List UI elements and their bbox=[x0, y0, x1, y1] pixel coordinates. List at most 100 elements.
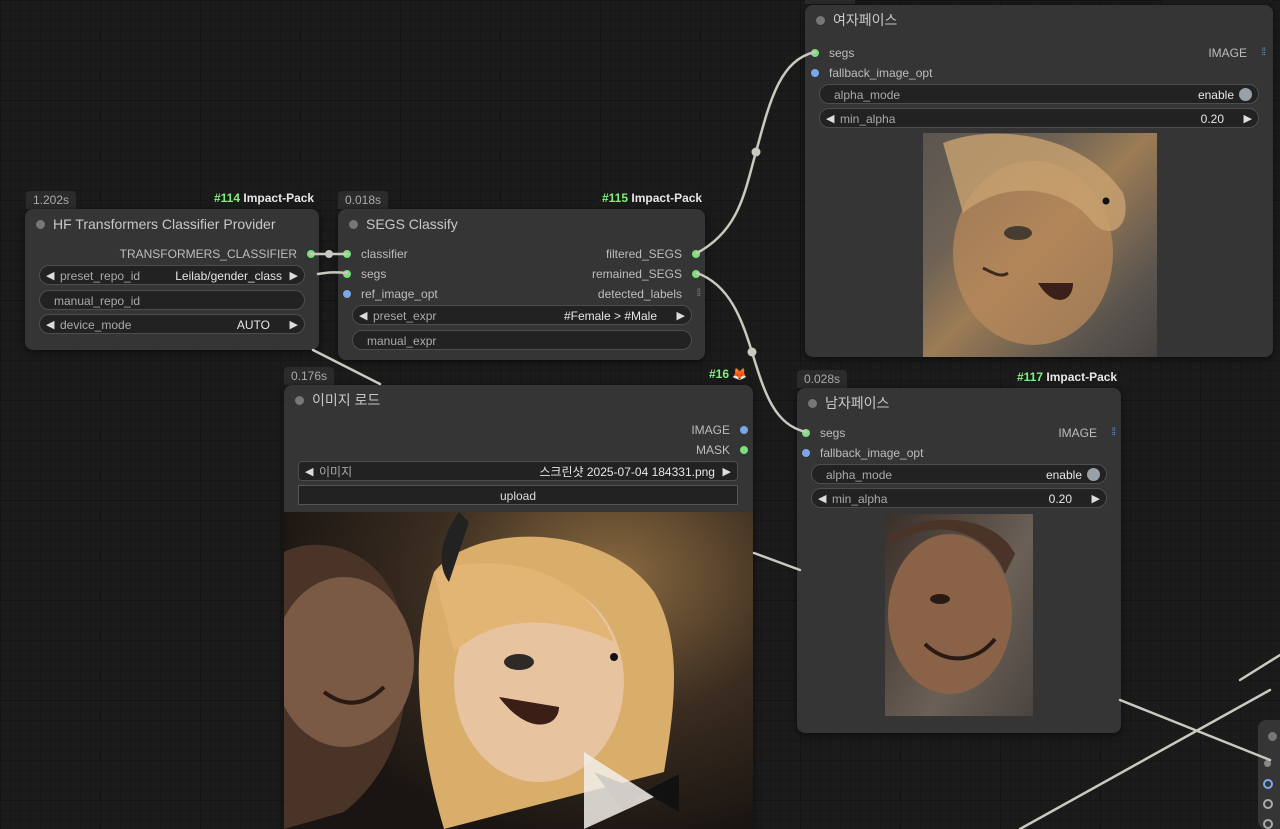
node-hf-header[interactable]: HF Transformers Classifier Provider bbox=[25, 209, 319, 239]
input-fallback-image-opt[interactable]: fallback_image_opt bbox=[802, 445, 923, 461]
combo-device-mode[interactable]: ◀ device_mode AUTO ▶ bbox=[39, 314, 305, 334]
widget-label: min_alpha bbox=[840, 112, 896, 126]
arrow-left-icon[interactable]: ◀ bbox=[46, 315, 54, 335]
widget-label: alpha_mode bbox=[826, 468, 893, 482]
output-label: filtered_SEGS bbox=[605, 247, 682, 261]
combo-preset-repo-id[interactable]: ◀ preset_repo_id Leilab/gender_class ▶ bbox=[39, 265, 305, 285]
input-port-icon[interactable] bbox=[1263, 799, 1273, 809]
grid-list-icon[interactable]: ⁞⁞ bbox=[1261, 45, 1265, 61]
input-port-icon[interactable] bbox=[343, 270, 351, 278]
input-port-icon[interactable] bbox=[1263, 819, 1273, 829]
input-port-icon[interactable] bbox=[343, 250, 351, 258]
output-filtered-segs[interactable]: filtered_SEGS bbox=[532, 246, 700, 262]
node-female-title: 여자페이스 bbox=[833, 12, 898, 28]
input-port-icon[interactable] bbox=[802, 449, 810, 457]
collapse-dot-icon[interactable] bbox=[295, 396, 304, 405]
output-image[interactable]: IMAGE bbox=[630, 422, 748, 438]
output-port-icon[interactable] bbox=[692, 270, 700, 278]
collapse-dot-icon[interactable] bbox=[1268, 732, 1277, 741]
arrow-right-icon[interactable]: ▶ bbox=[677, 306, 685, 326]
output-remained-segs[interactable]: remained_SEGS bbox=[532, 266, 700, 282]
arrow-left-icon[interactable]: ◀ bbox=[305, 462, 313, 482]
collapse-dot-icon[interactable] bbox=[816, 16, 825, 25]
arrow-right-icon[interactable]: ▶ bbox=[290, 266, 298, 286]
grid-list-icon[interactable]: ⁞⁞ bbox=[696, 286, 700, 302]
text-manual-repo-id[interactable]: manual_repo_id bbox=[39, 290, 305, 310]
input-segs[interactable]: segs bbox=[802, 425, 845, 441]
node-male-pack-name: Impact-Pack bbox=[1046, 370, 1118, 384]
combo-preset-expr[interactable]: ◀ preset_expr #Female > #Male ▶ bbox=[352, 305, 692, 325]
toggle-alpha-mode[interactable]: alpha_mode enable bbox=[811, 464, 1107, 484]
output-image[interactable]: IMAGE ⁞⁞ bbox=[997, 425, 1116, 441]
widget-label: preset_expr bbox=[373, 309, 437, 323]
widget-label: manual_repo_id bbox=[54, 294, 141, 308]
arrow-right-icon[interactable]: ▶ bbox=[1244, 109, 1252, 129]
widget-value: 스크린샷 2025-07-04 184331.png bbox=[539, 465, 715, 479]
input-classifier[interactable]: classifier bbox=[343, 246, 408, 262]
output-label: IMAGE bbox=[1208, 46, 1247, 60]
node-hf-transformers-classifier[interactable]: HF Transformers Classifier Provider TRAN… bbox=[25, 209, 319, 350]
collapse-dot-icon[interactable] bbox=[36, 220, 45, 229]
output-mask[interactable]: MASK bbox=[630, 442, 748, 458]
arrow-left-icon[interactable]: ◀ bbox=[818, 489, 826, 509]
wire-far-3 bbox=[1238, 653, 1280, 682]
output-transformers-classifier[interactable]: TRANSFORMERS_CLASSIFIER bbox=[37, 246, 315, 262]
input-port-icon[interactable] bbox=[1263, 779, 1273, 789]
node-male-face[interactable]: 남자페이스 segs fallback_image_opt IMAGE ⁞⁞ al… bbox=[797, 388, 1121, 733]
node-male-pack-id: #117 bbox=[1017, 370, 1044, 384]
toggle-knob[interactable] bbox=[1239, 88, 1252, 101]
input-port-icon[interactable] bbox=[802, 429, 810, 437]
number-min-alpha[interactable]: ◀ min_alpha 0.20 ▶ bbox=[811, 488, 1107, 508]
node-partial-header[interactable] bbox=[1258, 720, 1280, 744]
node-female-header[interactable]: 여자페이스 bbox=[805, 5, 1273, 35]
input-label: ref_image_opt bbox=[361, 287, 438, 301]
input-label: classifier bbox=[361, 247, 408, 261]
input-port-icon[interactable] bbox=[811, 69, 819, 77]
number-min-alpha[interactable]: ◀ min_alpha 0.20 ▶ bbox=[819, 108, 1259, 128]
collapse-dot-icon[interactable] bbox=[349, 220, 358, 229]
input-segs[interactable]: segs bbox=[343, 266, 386, 282]
arrow-right-icon[interactable]: ▶ bbox=[290, 315, 298, 335]
input-fallback-image-opt[interactable]: fallback_image_opt bbox=[811, 65, 932, 81]
output-port-icon[interactable] bbox=[740, 446, 748, 454]
arrow-left-icon[interactable]: ◀ bbox=[359, 306, 367, 326]
output-port-icon[interactable] bbox=[692, 250, 700, 258]
arrow-left-icon[interactable]: ◀ bbox=[826, 109, 834, 129]
widget-label: 이미지 bbox=[319, 465, 353, 479]
input-port-icon[interactable] bbox=[1264, 760, 1271, 767]
arrow-left-icon[interactable]: ◀ bbox=[46, 266, 54, 286]
node-male-header[interactable]: 남자페이스 bbox=[797, 388, 1121, 418]
text-manual-expr[interactable]: manual_expr bbox=[352, 330, 692, 350]
input-segs[interactable]: segs bbox=[811, 45, 854, 61]
output-label: MASK bbox=[695, 443, 730, 457]
node-load-time: 0.176s bbox=[284, 367, 335, 385]
input-label: fallback_image_opt bbox=[820, 446, 924, 460]
node-load-header[interactable]: 이미지 로드 bbox=[284, 385, 753, 415]
arrow-right-icon[interactable]: ▶ bbox=[723, 462, 731, 482]
reroute-dot-icon bbox=[751, 147, 761, 157]
node-hf-pack-badge: #114 Impact-Pack bbox=[208, 189, 321, 207]
widget-value: enable bbox=[1197, 88, 1234, 102]
wire-load-right bbox=[752, 551, 802, 572]
toggle-alpha-mode[interactable]: alpha_mode enable bbox=[819, 84, 1259, 104]
input-port-icon[interactable] bbox=[343, 290, 351, 298]
output-detected-labels[interactable]: detected_labels ⁞⁞ bbox=[532, 286, 701, 302]
toggle-knob[interactable] bbox=[1087, 468, 1100, 481]
input-port-icon[interactable] bbox=[811, 49, 819, 57]
node-partial-right[interactable] bbox=[1258, 720, 1280, 829]
output-image[interactable]: IMAGE ⁞⁞ bbox=[1147, 45, 1266, 61]
collapse-dot-icon[interactable] bbox=[808, 399, 817, 408]
grid-list-icon[interactable]: ⁞⁞ bbox=[1111, 425, 1115, 441]
preview-image-male bbox=[885, 514, 1033, 716]
output-port-icon[interactable] bbox=[307, 250, 315, 258]
input-ref-image-opt[interactable]: ref_image_opt bbox=[343, 286, 438, 302]
output-port-icon[interactable] bbox=[740, 426, 748, 434]
arrow-right-icon[interactable]: ▶ bbox=[1092, 489, 1100, 509]
combo-image-file[interactable]: ◀ 이미지 스크린샷 2025-07-04 184331.png ▶ bbox=[298, 461, 738, 481]
node-segs-classify[interactable]: SEGS Classify classifier segs ref_image_… bbox=[338, 209, 705, 360]
upload-button[interactable]: upload bbox=[298, 485, 738, 505]
widget-value: AUTO bbox=[236, 318, 270, 332]
node-female-face[interactable]: 여자페이스 segs fallback_image_opt IMAGE ⁞⁞ al… bbox=[805, 5, 1273, 357]
node-load-image[interactable]: 이미지 로드 IMAGE MASK ◀ 이미지 스크린샷 2025-07-04 … bbox=[284, 385, 753, 829]
node-segs-header[interactable]: SEGS Classify bbox=[338, 209, 705, 239]
